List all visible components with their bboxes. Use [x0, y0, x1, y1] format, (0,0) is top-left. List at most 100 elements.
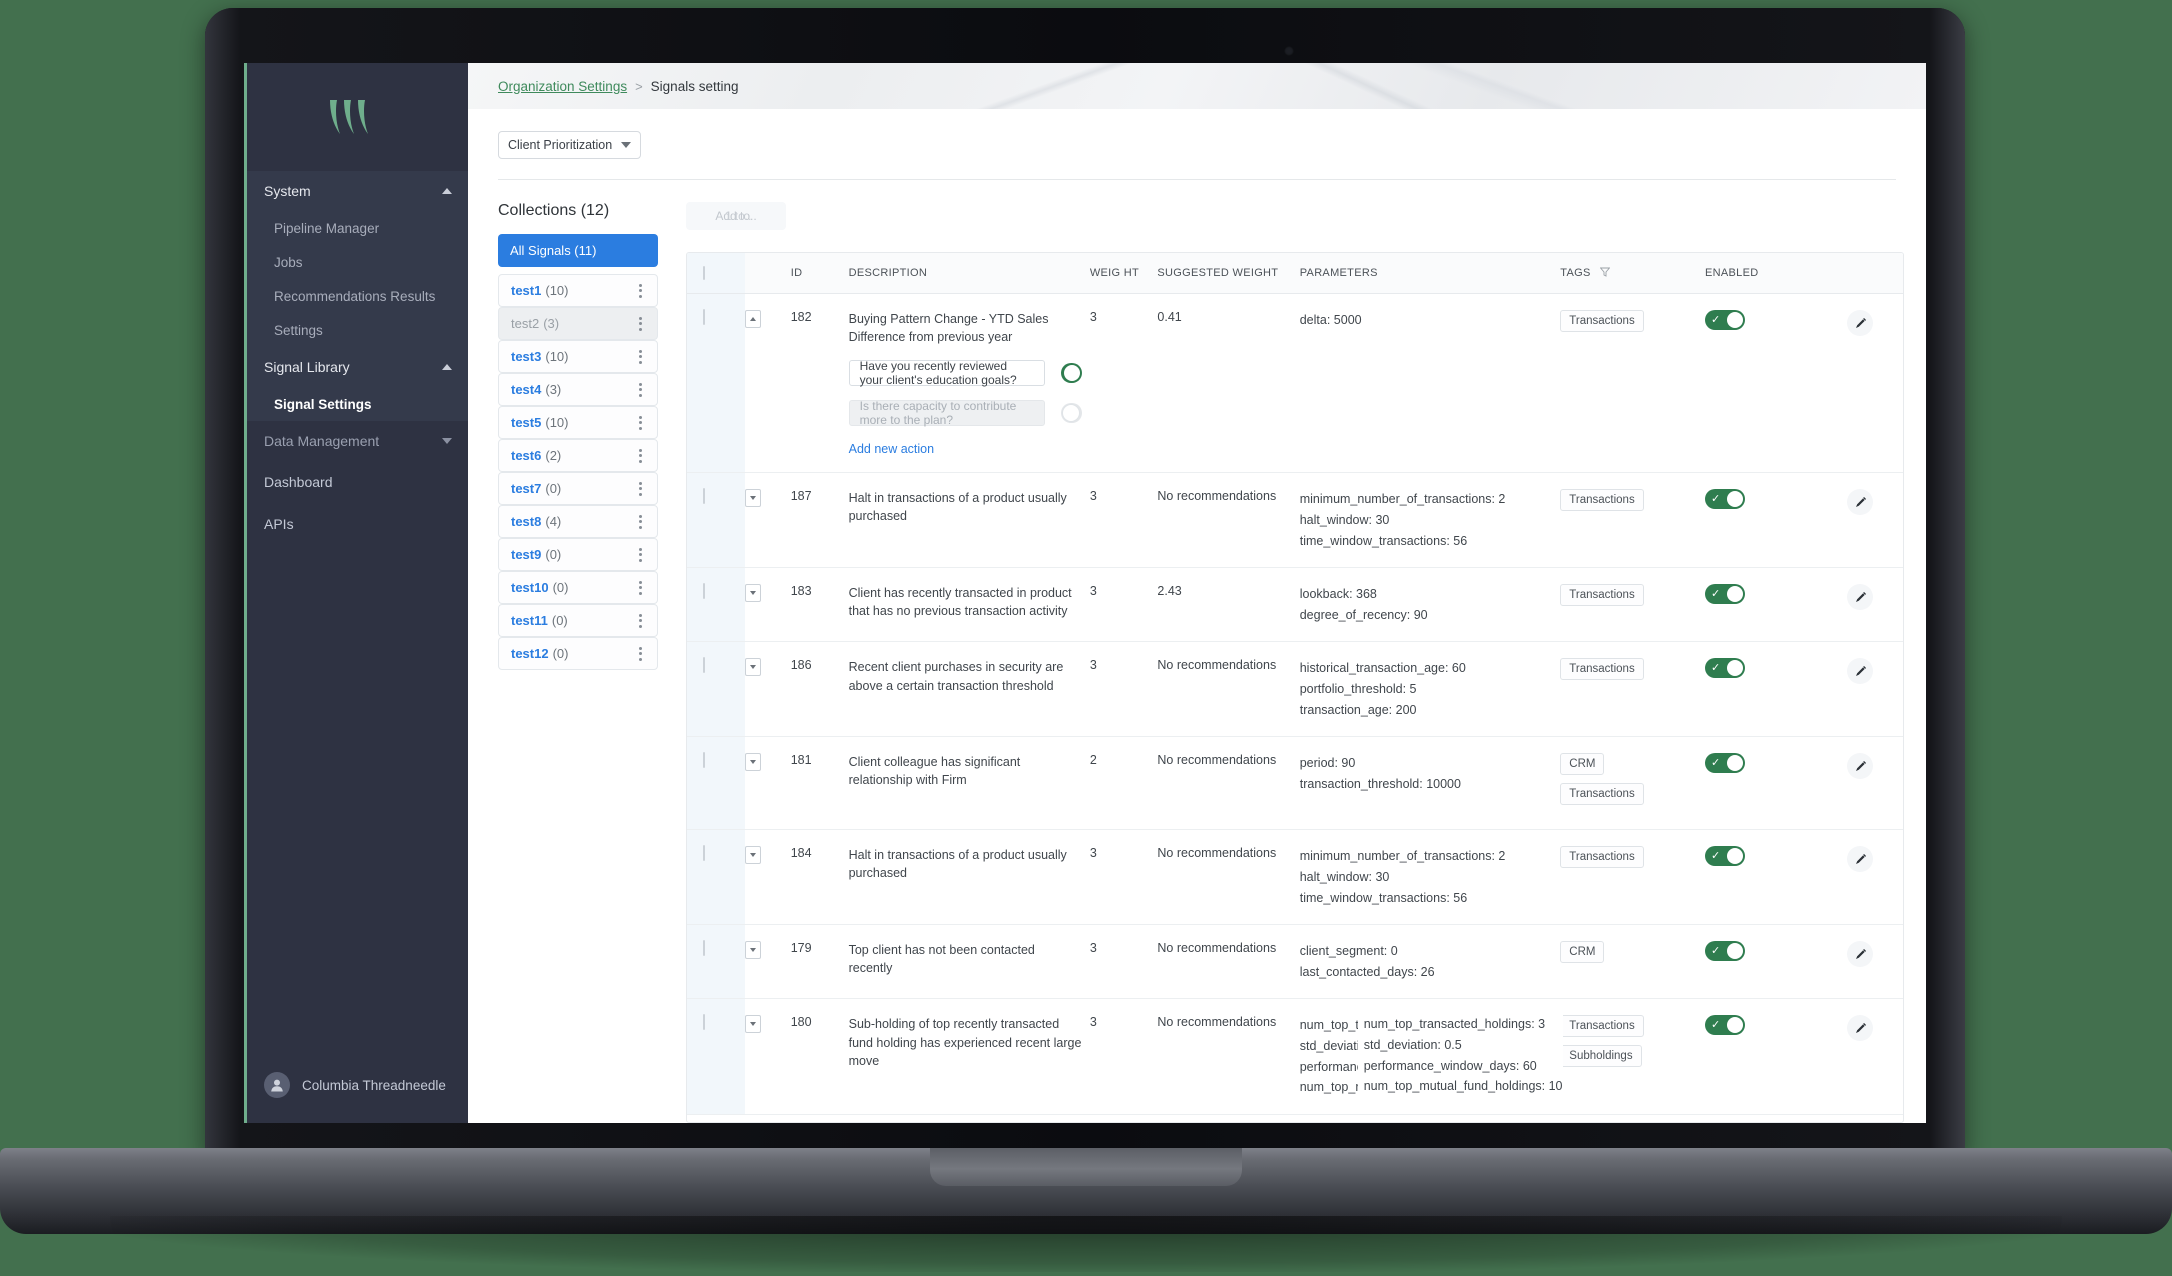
sidebar-item-pipeline-manager[interactable]: Pipeline Manager [244, 63, 468, 1123]
collection-item[interactable]: test11 (0) [498, 604, 658, 637]
tag-badge[interactable]: Transactions [1560, 846, 1644, 869]
collection-item-all-signals[interactable]: All Signals (11) [498, 234, 658, 267]
row-weight: 3 [1089, 924, 1158, 1000]
row-description: Sub-holding of top recently transacted f… [848, 998, 1090, 1115]
enabled-toggle[interactable]: ✓ [1705, 753, 1746, 774]
filter-icon[interactable] [1599, 267, 1610, 277]
collection-item[interactable]: test9 (0) [498, 538, 658, 571]
tag-badge[interactable]: Transactions [1560, 783, 1644, 806]
collection-menu-icon[interactable] [633, 415, 647, 430]
description-text: Sub-holding of top recently transacted f… [848, 1017, 1082, 1068]
sidebar-group-system[interactable]: System [244, 171, 468, 211]
chevron-up-icon[interactable] [442, 364, 452, 370]
tag-badge[interactable]: CRM [1560, 941, 1605, 964]
webcam-icon [1284, 46, 1294, 56]
enabled-toggle[interactable]: ✓ [1060, 363, 1082, 384]
sidebar-item-settings[interactable]: Settings [244, 63, 468, 1123]
edit-button[interactable] [1847, 658, 1874, 685]
row-checkbox[interactable] [703, 1014, 705, 1031]
sidebar-item-dashboard[interactable]: Dashboard [244, 461, 468, 503]
select-all-checkbox[interactable] [703, 266, 705, 280]
row-id: 181 [790, 736, 849, 831]
row-checkbox[interactable] [703, 309, 705, 325]
enabled-toggle[interactable]: ✓ [1705, 658, 1746, 679]
collection-item[interactable]: test6 (2) [498, 439, 658, 472]
collection-item[interactable]: test10 (0) [498, 571, 658, 604]
edit-button[interactable] [1847, 753, 1874, 780]
action-text-input[interactable]: Have you recently reviewed your client's… [848, 359, 1045, 387]
row-expander-cell [744, 924, 791, 1000]
sidebar-item-jobs[interactable]: Jobs [244, 63, 468, 1123]
collection-menu-icon[interactable] [633, 547, 647, 562]
edit-button[interactable] [1847, 1015, 1874, 1042]
enabled-toggle[interactable]: ✓ [1705, 1015, 1746, 1036]
row-checkbox[interactable] [703, 845, 705, 862]
edit-button[interactable] [1847, 846, 1874, 873]
edit-button[interactable] [1847, 310, 1874, 336]
row-expander-button[interactable] [744, 658, 761, 677]
breadcrumb-parent[interactable]: Organization Settings [498, 79, 627, 94]
edit-button[interactable] [1847, 489, 1874, 516]
enabled-toggle[interactable]: ✓ [1705, 489, 1746, 510]
row-checkbox[interactable] [703, 657, 705, 674]
tag-badge[interactable]: Transactions [1560, 1015, 1644, 1038]
row-checkbox[interactable] [703, 583, 705, 600]
prioritization-select[interactable]: Client Prioritization [498, 131, 641, 159]
collection-menu-icon[interactable] [633, 349, 647, 364]
row-expander-button[interactable] [744, 753, 761, 772]
collection-menu-icon[interactable] [633, 283, 647, 298]
tag-badge[interactable]: Transactions [1560, 658, 1644, 681]
edit-button[interactable] [1847, 584, 1874, 611]
tag-badge[interactable]: Transactions [1560, 489, 1644, 512]
row-expander-button[interactable] [744, 310, 761, 328]
row-expander-button[interactable] [744, 846, 761, 865]
collection-menu-icon[interactable] [633, 382, 647, 397]
collection-item[interactable]: test8 (4) [498, 505, 658, 538]
collection-menu-icon[interactable] [633, 580, 647, 595]
enabled-toggle[interactable]: ✓ [1705, 846, 1746, 867]
row-checkbox[interactable] [703, 940, 705, 957]
row-checkbox[interactable] [703, 488, 705, 505]
edit-button[interactable] [1847, 941, 1874, 968]
row-expander-button[interactable] [744, 1015, 761, 1034]
row-checkbox[interactable] [703, 752, 705, 769]
sidebar-item-apis[interactable]: APIs [244, 503, 468, 545]
collection-item[interactable]: test7 (0) [498, 472, 658, 505]
row-expander-button[interactable] [744, 584, 761, 603]
sidebar-user[interactable]: Columbia Threadneedle [244, 1047, 468, 1123]
enabled-toggle[interactable] [1060, 403, 1082, 424]
enabled-toggle[interactable]: ✓ [1705, 941, 1746, 962]
collection-item[interactable]: test5 (10) [498, 406, 658, 439]
add-new-action-link[interactable]: Add new action [849, 442, 1082, 456]
chevron-up-icon[interactable] [442, 188, 452, 194]
tag-badge[interactable]: Transactions [1560, 310, 1644, 332]
row-expander-button[interactable] [744, 489, 761, 508]
collection-menu-icon[interactable] [633, 316, 647, 331]
collection-menu-icon[interactable] [633, 448, 647, 463]
add-to-collection-button[interactable]: Add to.. 1 to.. [686, 202, 786, 230]
chevron-down-icon[interactable] [442, 438, 452, 444]
chevron-down-icon[interactable] [621, 142, 631, 148]
row-expander-button[interactable] [744, 941, 761, 960]
collection-item[interactable]: test1 (10) [498, 274, 658, 307]
collection-item[interactable]: test12 (0) [498, 637, 658, 670]
tag-badge[interactable]: CRM [1560, 753, 1605, 776]
enabled-toggle[interactable]: ✓ [1705, 584, 1746, 605]
sidebar: System Pipeline Manager Jobs Recommendat… [244, 63, 468, 1123]
tag-badge[interactable]: Subholdings [1560, 1045, 1642, 1068]
sidebar-item-recommendations-results[interactable]: Recommendations Results [244, 63, 468, 1123]
collection-menu-icon[interactable] [633, 646, 647, 661]
sidebar-item-signal-settings[interactable]: Signal Settings [244, 63, 468, 1123]
collection-item[interactable]: test2 (3) [498, 307, 658, 340]
collection-menu-icon[interactable] [633, 481, 647, 496]
collection-menu-icon[interactable] [633, 613, 647, 628]
collection-item[interactable]: test3 (10) [498, 340, 658, 373]
table-row: 183 Client has recently transacted in pro… [687, 567, 1903, 643]
enabled-toggle[interactable]: ✓ [1705, 310, 1746, 330]
collection-item[interactable]: test4 (3) [498, 373, 658, 406]
action-text-input[interactable]: Is there capacity to contribute more to … [848, 399, 1045, 427]
sidebar-group-data-management[interactable]: Data Management [244, 421, 468, 461]
tag-badge[interactable]: Transactions [1560, 584, 1644, 607]
sidebar-group-signal-library[interactable]: Signal Library [244, 347, 468, 387]
collection-menu-icon[interactable] [633, 514, 647, 529]
